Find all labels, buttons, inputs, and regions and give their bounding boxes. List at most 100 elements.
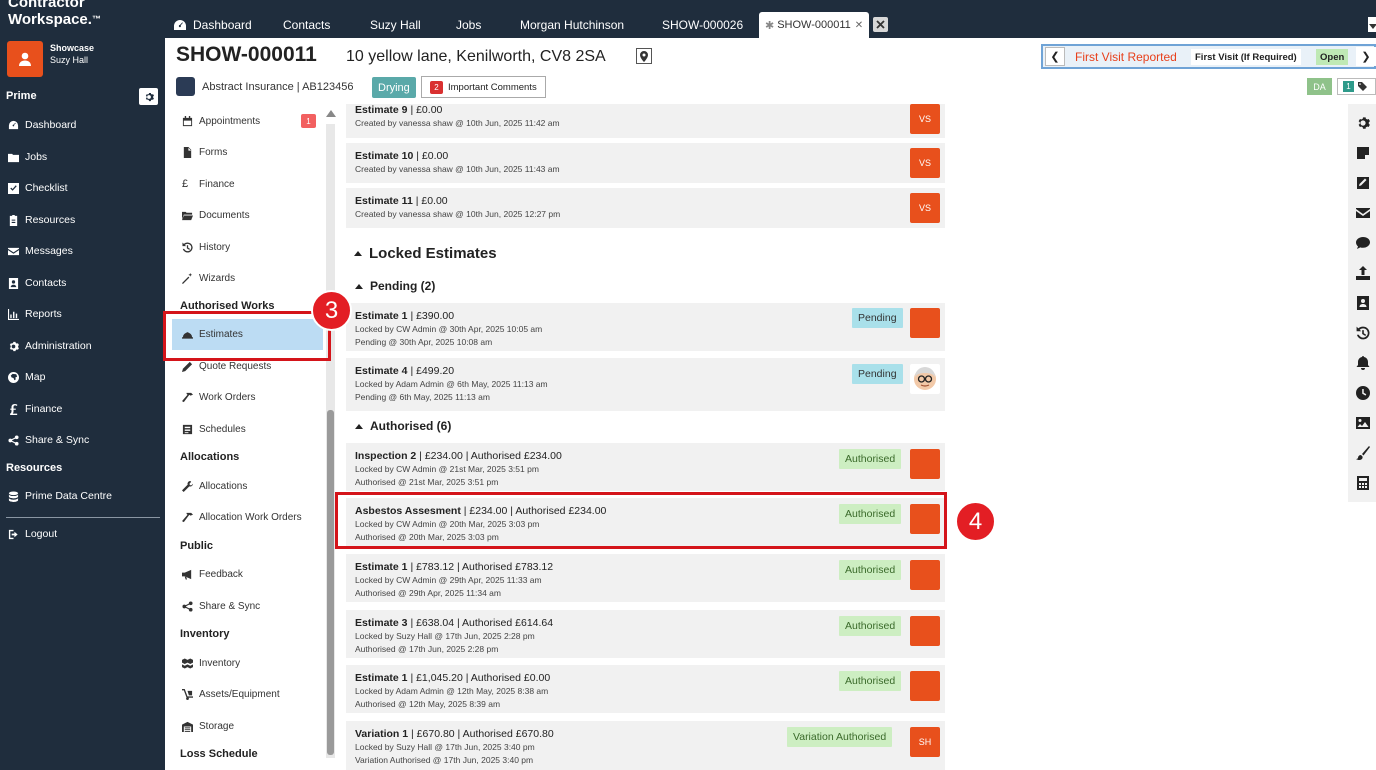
estimate-card[interactable]: Estimate 11 | £0.00 Created by vanessa s… (346, 188, 945, 228)
subnav-inventory[interactable]: Inventory (182, 654, 240, 672)
locked-estimates-toggle[interactable]: Locked Estimates (354, 245, 497, 262)
tab-contacts[interactable]: Contacts (283, 12, 330, 38)
tab-show-000026[interactable]: SHOW-000026 (662, 12, 743, 38)
subnav-storage[interactable]: Storage (182, 717, 234, 735)
authorised-estimate-card[interactable]: Estimate 3 | £638.04 | Authorised £614.6… (346, 610, 945, 658)
estimate-created: Created by vanessa shaw @ 10th Jun, 2025… (355, 118, 560, 128)
user-avatar[interactable] (910, 364, 940, 394)
sidebar-item-map[interactable]: Map (8, 369, 45, 385)
owner-badge[interactable] (910, 449, 940, 479)
status-prev-button[interactable]: ❮ (1045, 47, 1065, 66)
authorised-estimate-card[interactable]: Estimate 1 | £783.12 | Authorised £783.1… (346, 554, 945, 602)
subnav-work-orders[interactable]: Work Orders (182, 388, 256, 406)
note-action[interactable] (1356, 146, 1370, 160)
estimate-card[interactable]: Estimate 9 | £0.00 Created by vanessa sh… (346, 104, 945, 138)
subnav-wizards[interactable]: Wizards (182, 269, 235, 287)
sidebar-item-prime-data-centre[interactable]: Prime Data Centre (8, 488, 112, 504)
tab-suzy-hall[interactable]: Suzy Hall (370, 12, 421, 38)
prime-settings-button[interactable] (139, 88, 158, 105)
sidebar-item-jobs[interactable]: Jobs (8, 149, 47, 165)
subnav-allocation-work-orders[interactable]: Allocation Work Orders (182, 508, 302, 526)
paint-action[interactable] (1356, 446, 1370, 460)
subnav-feedback[interactable]: Feedback (182, 565, 243, 583)
visit-status-badge[interactable]: First Visit (If Required) (1191, 49, 1301, 65)
subnav-scrollbar[interactable] (326, 110, 336, 760)
sidebar-item-label: Finance (25, 403, 63, 415)
edit-action[interactable] (1356, 176, 1370, 190)
pending-estimate-card[interactable]: Estimate 4 | £499.20 Locked by Adam Admi… (346, 358, 945, 411)
estimate-amount: | £0.00 (413, 150, 449, 162)
subnav-share-sync[interactable]: Share & Sync (182, 597, 260, 615)
tab-show-000011[interactable]: ✱ SHOW-000011 ✕ (759, 12, 870, 38)
map-pin-button[interactable] (636, 48, 652, 64)
assignee-badge[interactable]: DA (1307, 78, 1332, 95)
subnav-assets-equipment[interactable]: Assets/Equipment (182, 685, 280, 703)
pending-estimate-card[interactable]: Estimate 1 | £390.00 Locked by CW Admin … (346, 303, 945, 351)
owner-badge[interactable] (910, 308, 940, 338)
job-status-text[interactable]: First Visit Reported (1075, 50, 1177, 64)
subnav-allocations[interactable]: Allocations (182, 477, 247, 495)
open-state-badge[interactable]: Open (1316, 49, 1349, 65)
sidebar-item-label: Administration (25, 340, 92, 352)
time-action[interactable] (1356, 386, 1370, 400)
tags-button[interactable]: 1 (1337, 78, 1376, 95)
sidebar-item-resources[interactable]: Resources (8, 212, 75, 228)
owner-badge[interactable] (910, 671, 940, 701)
scroll-up-icon[interactable] (326, 110, 336, 117)
notifications-action[interactable] (1356, 356, 1370, 370)
tab-dashboard[interactable]: Dashboard (173, 12, 252, 38)
close-all-tabs-button[interactable] (873, 17, 888, 32)
sidebar-item-reports[interactable]: Reports (8, 306, 62, 322)
contact-action[interactable] (1356, 296, 1370, 310)
logout-link[interactable]: Logout (8, 526, 57, 542)
sidebar-item-dashboard[interactable]: Dashboard (8, 117, 76, 133)
sidebar-divider (6, 517, 160, 518)
pending-toggle[interactable]: Pending (2) (355, 279, 435, 293)
owner-badge[interactable]: VS (910, 193, 940, 223)
job-stage-badge[interactable]: Drying (372, 77, 416, 98)
owner-badge[interactable]: SH (910, 727, 940, 757)
history-action[interactable] (1356, 326, 1370, 340)
tab-morgan-hutchinson[interactable]: Morgan Hutchinson (520, 12, 624, 38)
sidebar-item-administration[interactable]: Administration (8, 338, 92, 354)
subnav-appointments[interactable]: Appointments (182, 112, 260, 130)
subnav-forms[interactable]: Forms (182, 143, 227, 161)
tab-overflow-dropdown[interactable] (1368, 17, 1376, 32)
brand-logo[interactable]: Contractor Workspace.™ (8, 0, 101, 28)
authorised-toggle[interactable]: Authorised (6) (355, 419, 451, 433)
images-action[interactable] (1356, 416, 1370, 430)
estimate-card[interactable]: Estimate 10 | £0.00 Created by vanessa s… (346, 143, 945, 183)
scrollbar-thumb[interactable] (327, 410, 334, 755)
owner-badge[interactable]: VS (910, 104, 940, 134)
sidebar-item-label: Reports (25, 308, 62, 320)
client-reference[interactable]: Abstract Insurance | AB123456 (202, 81, 353, 93)
important-comments-button[interactable]: 2 Important Comments (421, 76, 546, 98)
authorised-estimate-card[interactable]: Variation 1 | £670.80 | Authorised £670.… (346, 721, 945, 770)
estimate-status-line: Authorised @ 17th Jun, 2025 2:28 pm (355, 644, 499, 654)
settings-action[interactable] (1356, 116, 1370, 130)
estimate-name: Estimate 11 (355, 195, 413, 207)
sidebar-item-checklist[interactable]: Checklist (8, 180, 68, 196)
sidebar-item-finance[interactable]: Finance (8, 401, 62, 417)
sidebar-item-contacts[interactable]: Contacts (8, 275, 66, 291)
subnav-finance[interactable]: £ Finance (182, 175, 235, 193)
subnav-documents[interactable]: Documents (182, 206, 250, 224)
owner-badge[interactable] (910, 560, 940, 590)
sidebar-item-share-sync[interactable]: Share & Sync (8, 432, 89, 448)
tab-jobs[interactable]: Jobs (456, 12, 481, 38)
subnav-schedules[interactable]: Schedules (182, 420, 246, 438)
tab-close-icon[interactable]: ✕ (855, 20, 863, 31)
account-switcher[interactable]: Showcase Suzy Hall (7, 41, 157, 77)
sidebar-item-messages[interactable]: Messages (8, 243, 73, 259)
owner-badge[interactable] (910, 616, 940, 646)
sms-action[interactable] (1356, 236, 1370, 250)
estimate-status-line: Variation Authorised @ 17th Jun, 2025 3:… (355, 755, 534, 765)
authorised-estimate-card[interactable]: Inspection 2 | £234.00 | Authorised £234… (346, 443, 945, 491)
upload-action[interactable] (1356, 266, 1370, 280)
authorised-estimate-card[interactable]: Estimate 1 | £1,045.20 | Authorised £0.0… (346, 665, 945, 713)
calculator-action[interactable] (1356, 476, 1370, 490)
email-action[interactable] (1356, 206, 1370, 220)
status-next-button[interactable]: ❯ (1356, 47, 1376, 66)
owner-badge[interactable]: VS (910, 148, 940, 178)
subnav-history[interactable]: History (182, 238, 230, 256)
